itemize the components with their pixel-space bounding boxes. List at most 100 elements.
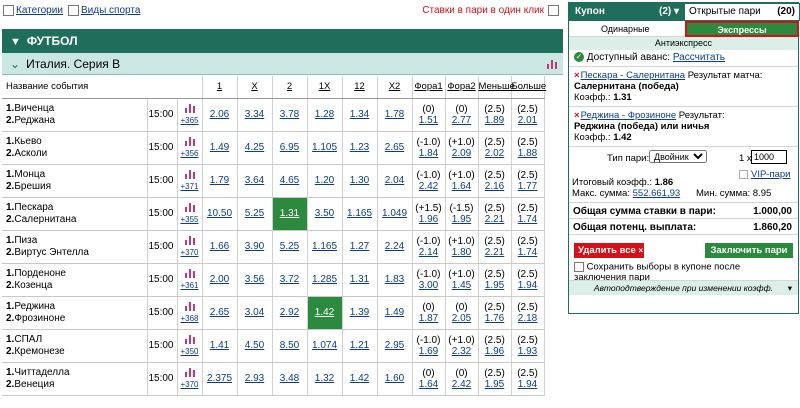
odds-value[interactable]: 2.14 [419,247,438,258]
more-markets-link[interactable]: +370 [180,380,198,389]
stats-icon[interactable] [184,268,195,278]
more-markets-link[interactable]: +365 [180,116,198,125]
delete-all-button[interactable]: Удалить все × [574,243,644,258]
odds-cell[interactable]: 3.90 [237,230,273,264]
odds-cell[interactable]: 6.95 [272,131,308,165]
odds-value[interactable]: 3.64 [245,175,264,186]
odds-value[interactable]: 1.51 [419,115,438,126]
odds-cell[interactable]: (2.5) 1.95 [478,263,512,297]
odds-cell[interactable]: 1.30 [342,164,378,198]
bet-match-link[interactable]: Пескара - Салернитана [581,70,686,81]
odds-cell[interactable]: 1.27 [342,230,378,264]
odds-cell[interactable]: 3.34 [237,98,273,132]
odds-value[interactable]: 1.42 [315,307,334,318]
odds-value[interactable]: 1.49 [385,307,404,318]
odds-cell[interactable]: (-1.0) 1.84 [412,131,446,165]
odds-cell[interactable]: (0) 2.77 [445,98,479,132]
event-stats[interactable]: +368 [177,296,203,330]
event-stats[interactable]: +365 [177,98,203,132]
odds-value[interactable]: 1.32 [315,373,334,384]
odds-cell[interactable]: 2.04 [377,164,413,198]
event-teams[interactable]: 1.Порденоне 2.Козенца [2,263,148,297]
odds-value[interactable]: 4.65 [280,175,299,186]
more-markets-link[interactable]: +371 [180,182,198,191]
odds-cell[interactable]: 8.50 [272,329,308,363]
odds-cell[interactable]: (-1.0) 1.69 [412,329,446,363]
odds-cell[interactable]: 1.66 [202,230,238,264]
sport-types-checkbox[interactable] [68,5,79,16]
event-stats[interactable]: +350 [177,329,203,363]
odds-value[interactable]: 1.20 [315,175,334,186]
odds-value[interactable]: 1.95 [452,214,471,225]
odds-value[interactable]: 3.90 [245,241,264,252]
odds-cell[interactable]: (2.5) 1.74 [511,197,545,231]
odds-cell[interactable]: 4.65 [272,164,308,198]
odds-value[interactable]: 1.74 [518,247,537,258]
odds-value[interactable]: 1.27 [350,241,369,252]
remove-icon[interactable]: × [574,70,580,81]
odds-cell[interactable]: (2.5) 1.74 [511,230,545,264]
odds-cell[interactable]: 1.78 [377,98,413,132]
event-stats[interactable]: +371 [177,164,203,198]
odds-cell[interactable]: (2.5) 2.21 [478,230,512,264]
event-stats[interactable]: +356 [177,131,203,165]
odds-value[interactable]: 3.78 [280,109,299,120]
express-tab[interactable]: Экспрессы [685,21,799,37]
odds-cell[interactable]: (+1.0) 1.80 [445,230,479,264]
categories-label[interactable]: Категории [16,5,63,16]
odds-value[interactable]: 1.94 [518,280,537,291]
odds-cell[interactable]: 1.42 [342,362,378,396]
odds-cell[interactable]: 5.25 [272,230,308,264]
odds-value[interactable]: 2.24 [385,241,404,252]
odds-cell[interactable]: 1.79 [202,164,238,198]
odds-cell[interactable]: 1.31 [271,196,308,231]
odds-value[interactable]: 1.80 [452,247,471,258]
odds-cell[interactable]: 4.25 [237,131,273,165]
odds-cell[interactable]: (-1.0) 2.14 [412,230,446,264]
odds-value[interactable]: 2.95 [385,340,404,351]
odds-value[interactable]: 1.95 [485,379,504,390]
more-markets-link[interactable]: +361 [180,281,198,290]
odds-value[interactable]: 2.77 [452,115,471,126]
odds-cell[interactable]: (-1.0) 2.42 [412,164,446,198]
auto-confirm-dropdown[interactable]: Автоподтверждение при изменении коэфф. ▾ [569,281,798,295]
coupon-tab[interactable]: Купон [575,6,605,17]
event-teams[interactable]: 1.Читтаделла 2.Венеция [2,362,148,396]
odds-cell[interactable]: (2.5) 2.02 [478,131,512,165]
odds-cell[interactable]: (2.5) 2.01 [511,98,545,132]
odds-cell[interactable]: 2.92 [272,296,308,330]
categories-checkbox[interactable] [3,5,14,16]
odds-cell[interactable]: 3.48 [272,362,308,396]
odds-value[interactable]: 1.49 [210,142,229,153]
league-header[interactable]: ⌄ Италия. Серия B [2,53,563,75]
odds-value[interactable]: 5.25 [245,208,264,219]
odds-value[interactable]: 1.165 [347,208,372,219]
event-teams[interactable]: 1.Виченца 2.Реджана [2,98,148,132]
odds-cell[interactable]: 1.23 [342,131,378,165]
odds-cell[interactable]: 4.50 [237,329,273,363]
place-bet-button[interactable]: Заключить пари [705,243,793,258]
odds-cell[interactable]: 1.049 [377,197,413,231]
odds-cell[interactable]: 3.78 [272,98,308,132]
odds-value[interactable]: 1.96 [485,346,504,357]
odds-cell[interactable]: 1.49 [377,296,413,330]
odds-cell[interactable]: (0) 2.42 [445,362,479,396]
event-stats[interactable]: +370 [177,230,203,264]
odds-cell[interactable]: 2.65 [202,296,238,330]
bet-match-link[interactable]: Реджина - Фрозиноне [581,110,677,121]
odds-value[interactable]: 1.76 [485,313,504,324]
odds-value[interactable]: 2.65 [385,142,404,153]
odds-value[interactable]: 3.04 [245,307,264,318]
more-markets-link[interactable]: +355 [180,215,198,224]
bet-type-select[interactable]: Двойник [649,150,707,163]
one-click-toggle[interactable]: Ставки в пари в один клик [422,5,559,16]
odds-value[interactable]: 2.92 [280,307,299,318]
categories-filter[interactable]: Категории [3,5,63,16]
vip-toggle[interactable]: VIP-пари [739,169,791,180]
odds-value[interactable]: 3.50 [315,208,334,219]
odds-value[interactable]: 1.049 [382,208,407,219]
odds-cell[interactable]: 2.375 [202,362,238,396]
odds-value[interactable]: 2.42 [419,181,438,192]
odds-cell[interactable]: (2.5) 1.93 [511,329,545,363]
odds-value[interactable]: 3.72 [280,274,299,285]
